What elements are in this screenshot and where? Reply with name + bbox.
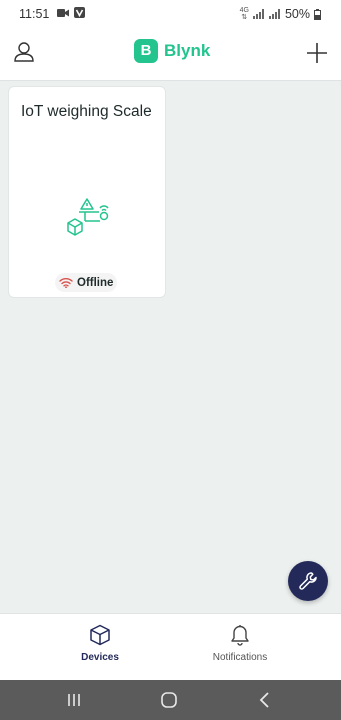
recent-apps-icon[interactable] [62, 688, 86, 712]
bottom-nav: Devices Notifications [0, 613, 341, 680]
blynk-logo: B Blynk [134, 39, 210, 63]
wifi-off-icon [59, 278, 73, 288]
home-icon[interactable] [157, 688, 181, 712]
tab-notifications-label: Notifications [212, 652, 268, 663]
wrench-icon [299, 572, 317, 590]
back-icon[interactable] [253, 688, 277, 712]
logo-text: Blynk [164, 41, 211, 60]
status-badge: Offline [55, 273, 118, 292]
device-title: IoT weighing Scale [21, 103, 152, 120]
data-arrows-icon: 4G ⇅ [239, 7, 249, 21]
cube-icon [90, 624, 110, 646]
status-right: 4G ⇅ 50% [240, 7, 321, 21]
video-camera-icon [57, 8, 69, 17]
battery-icon [314, 8, 321, 20]
status-time: 11:51 [19, 7, 50, 21]
wrench-fab-button[interactable] [288, 561, 328, 601]
signal-icon [252, 9, 264, 19]
top-bar: B Blynk [0, 28, 341, 81]
tab-notifications[interactable]: Notifications [155, 614, 325, 680]
user-icon[interactable] [13, 41, 35, 63]
device-card[interactable]: IoT weighing Scale Offline [8, 86, 166, 298]
system-nav-bar [0, 680, 341, 720]
status-left-icons [57, 7, 85, 18]
status-bar: 11:51 4G ⇅ 50% [0, 0, 341, 28]
network-type: 4G [239, 7, 249, 14]
v-app-icon [74, 7, 85, 18]
bell-icon [231, 625, 249, 646]
logo-mark: B [134, 39, 158, 63]
battery-percent: 50% [284, 7, 310, 21]
signal-icon [268, 9, 280, 19]
plus-icon[interactable] [305, 41, 329, 65]
iot-device-icon [67, 198, 109, 236]
status-label: Offline [77, 276, 114, 289]
